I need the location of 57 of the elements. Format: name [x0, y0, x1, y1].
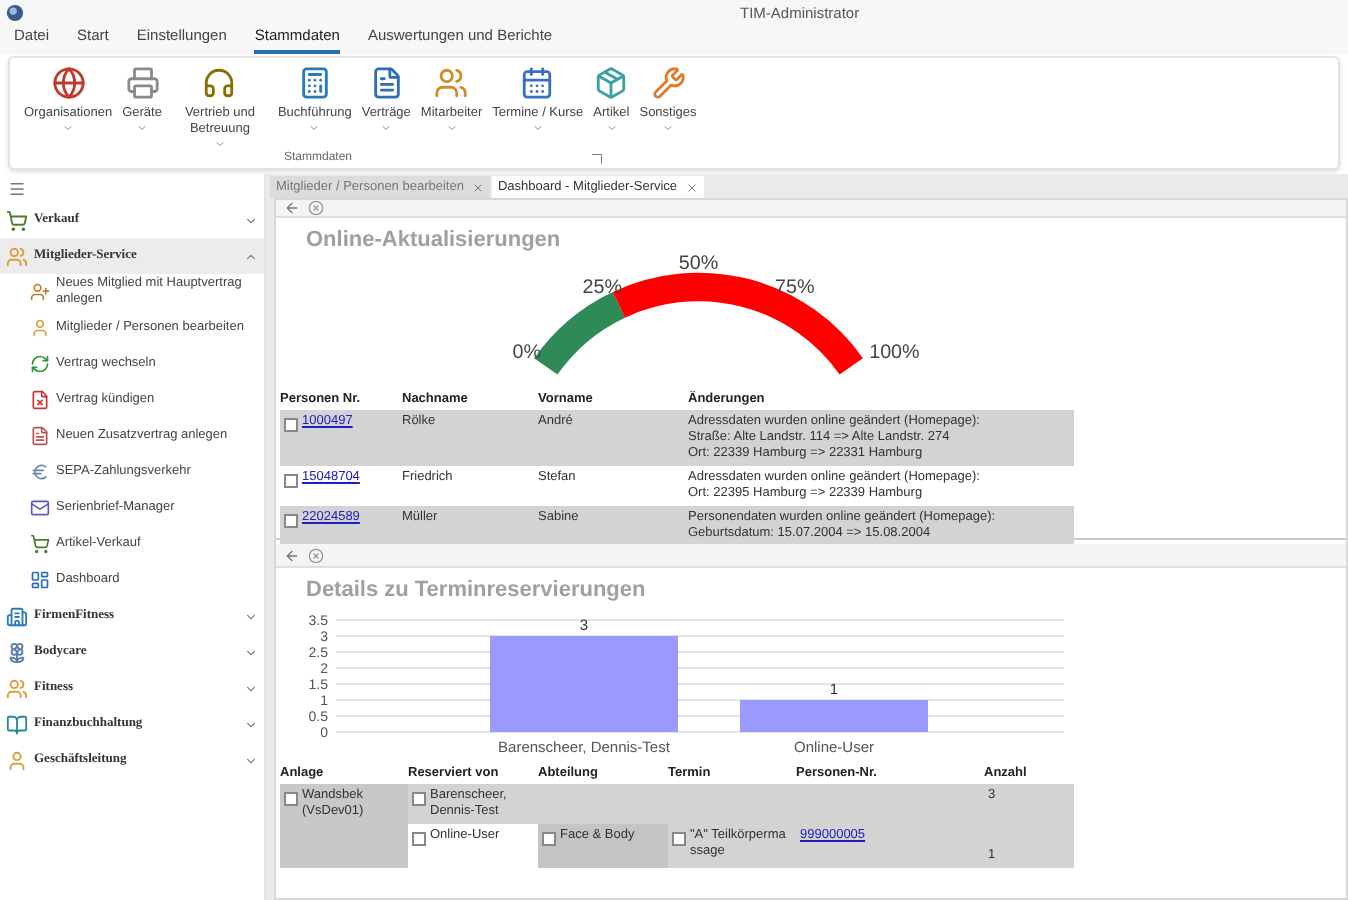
caret-icon [445, 122, 458, 134]
wrench-icon [651, 66, 685, 100]
caret-icon [662, 122, 674, 134]
user-icon [30, 318, 50, 338]
calendar-icon [520, 66, 555, 100]
headphones-icon [202, 66, 237, 100]
caret-icon [531, 122, 544, 134]
cart-icon [6, 209, 28, 231]
chevron-down-icon [244, 609, 258, 623]
people-icon [434, 66, 469, 100]
people-icon [6, 245, 28, 267]
flower-icon [6, 641, 28, 663]
gauge-label: 50% [678, 253, 719, 275]
people-icon [6, 677, 28, 699]
dialog-launcher-icon[interactable] [592, 153, 602, 163]
close-icon[interactable] [308, 200, 324, 216]
chevron-down-icon [244, 753, 258, 767]
document-cross-icon [30, 390, 50, 410]
refresh-icon [30, 354, 50, 374]
caret-icon [62, 122, 75, 134]
globe-icon [51, 66, 86, 100]
caret-icon [308, 122, 321, 134]
back-icon[interactable] [284, 547, 300, 563]
gauge-label: 100% [869, 341, 920, 364]
cart-icon [30, 534, 50, 554]
gauge-label: 75% [775, 275, 815, 298]
caret-icon [136, 122, 149, 134]
caret-icon [213, 138, 226, 150]
close-icon[interactable] [308, 547, 324, 563]
close-icon[interactable] [471, 181, 484, 193]
document-icon [30, 426, 50, 446]
chevron-down-icon [244, 681, 258, 695]
chevron-down-icon [244, 645, 258, 659]
chevron-up-icon [244, 249, 258, 263]
printer-icon [125, 66, 160, 100]
user-add-icon [30, 282, 50, 302]
dashboard-icon [30, 570, 50, 590]
building-icon [6, 605, 28, 627]
panel-title: Details zu Terminreservierungen [304, 576, 648, 606]
euro-icon [30, 462, 50, 482]
panel-title: Online-Aktualisierungen [304, 226, 563, 256]
package-icon [594, 66, 629, 100]
app-logo-icon [6, 3, 24, 21]
user-icon [6, 749, 28, 771]
mail-icon [30, 498, 50, 518]
gauge-label: 25% [582, 275, 623, 298]
back-icon[interactable] [284, 200, 300, 216]
calculator-icon [297, 66, 332, 100]
book-icon [6, 713, 28, 735]
chevron-down-icon [244, 717, 258, 731]
document-icon [369, 66, 404, 100]
close-icon[interactable] [685, 181, 698, 193]
caret-icon [605, 122, 618, 134]
menu-icon[interactable] [8, 179, 26, 197]
chevron-down-icon [244, 213, 258, 227]
caret-icon [380, 122, 393, 134]
gauge-label: 0% [512, 341, 541, 364]
